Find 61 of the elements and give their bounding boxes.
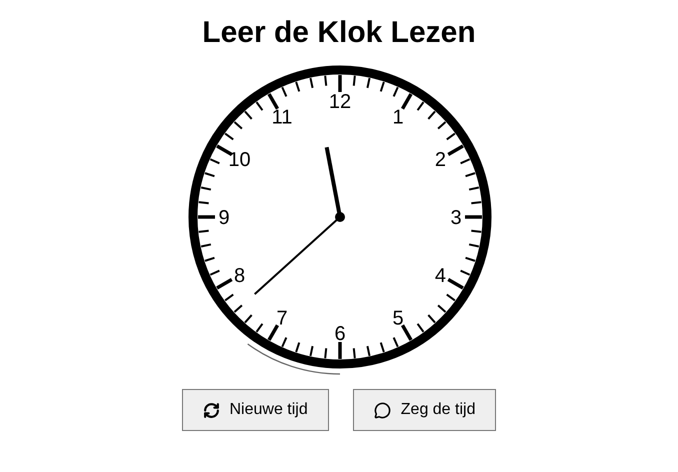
tick-mark xyxy=(380,342,385,352)
tick-mark xyxy=(310,346,314,356)
clock-number: 5 xyxy=(392,307,404,330)
tick-mark xyxy=(281,86,288,97)
clock-number: 10 xyxy=(228,149,251,171)
tick-mark xyxy=(324,348,328,358)
tick-mark xyxy=(267,324,280,341)
new-time-button[interactable]: Nieuwe tijd xyxy=(182,389,329,431)
tick-mark xyxy=(210,270,220,276)
speech-bubble-icon xyxy=(374,402,391,418)
tick-mark xyxy=(338,75,342,92)
tick-mark xyxy=(366,78,370,88)
tick-mark xyxy=(295,82,300,92)
tick-mark xyxy=(465,256,476,262)
clock-number: 9 xyxy=(218,207,230,229)
tick-mark xyxy=(465,215,482,219)
tick-mark xyxy=(324,76,328,86)
tick-mark xyxy=(338,342,342,359)
clock-number: 8 xyxy=(234,265,246,287)
clock-number: 6 xyxy=(334,323,346,345)
tick-mark xyxy=(200,243,212,248)
tick-mark xyxy=(468,186,480,191)
clock-number: 12 xyxy=(328,91,352,113)
tick-mark xyxy=(460,158,470,164)
tick-mark xyxy=(380,82,385,92)
tick-mark xyxy=(204,172,215,178)
center-pin xyxy=(335,212,345,222)
tick-mark xyxy=(310,78,314,88)
tick-mark xyxy=(267,93,280,110)
tick-mark xyxy=(400,93,413,110)
tick-mark xyxy=(468,243,480,248)
tick-mark xyxy=(471,201,482,204)
tick-mark xyxy=(295,342,300,352)
tick-mark xyxy=(366,346,370,356)
tick-mark xyxy=(198,215,215,219)
tick-mark xyxy=(400,324,413,341)
tick-mark xyxy=(210,158,220,164)
clock-number: 4 xyxy=(434,265,446,287)
refresh-icon xyxy=(202,402,220,418)
tick-mark xyxy=(392,86,399,97)
tick-mark xyxy=(204,256,215,262)
page-title: Leer de Klok Lezen xyxy=(202,15,476,51)
tick-mark xyxy=(460,270,470,276)
tick-mark xyxy=(352,76,356,86)
tick-mark xyxy=(198,230,209,233)
tick-mark xyxy=(471,230,482,233)
clock-number: 11 xyxy=(272,106,292,129)
tick-mark xyxy=(465,172,476,178)
tick-mark xyxy=(200,186,212,191)
clock-number: 1 xyxy=(392,106,404,129)
tick-mark xyxy=(392,337,399,348)
tick-mark xyxy=(352,348,356,358)
clock-number: 3 xyxy=(450,207,462,229)
tick-mark xyxy=(216,278,233,290)
tick-mark xyxy=(447,144,464,156)
tick-mark xyxy=(447,278,464,290)
speak-button[interactable]: Zeg de tijd xyxy=(352,389,496,431)
clock-number: 7 xyxy=(276,307,288,330)
tick-mark xyxy=(281,337,288,348)
clock-number: 2 xyxy=(434,149,446,171)
tick-mark xyxy=(198,201,209,204)
